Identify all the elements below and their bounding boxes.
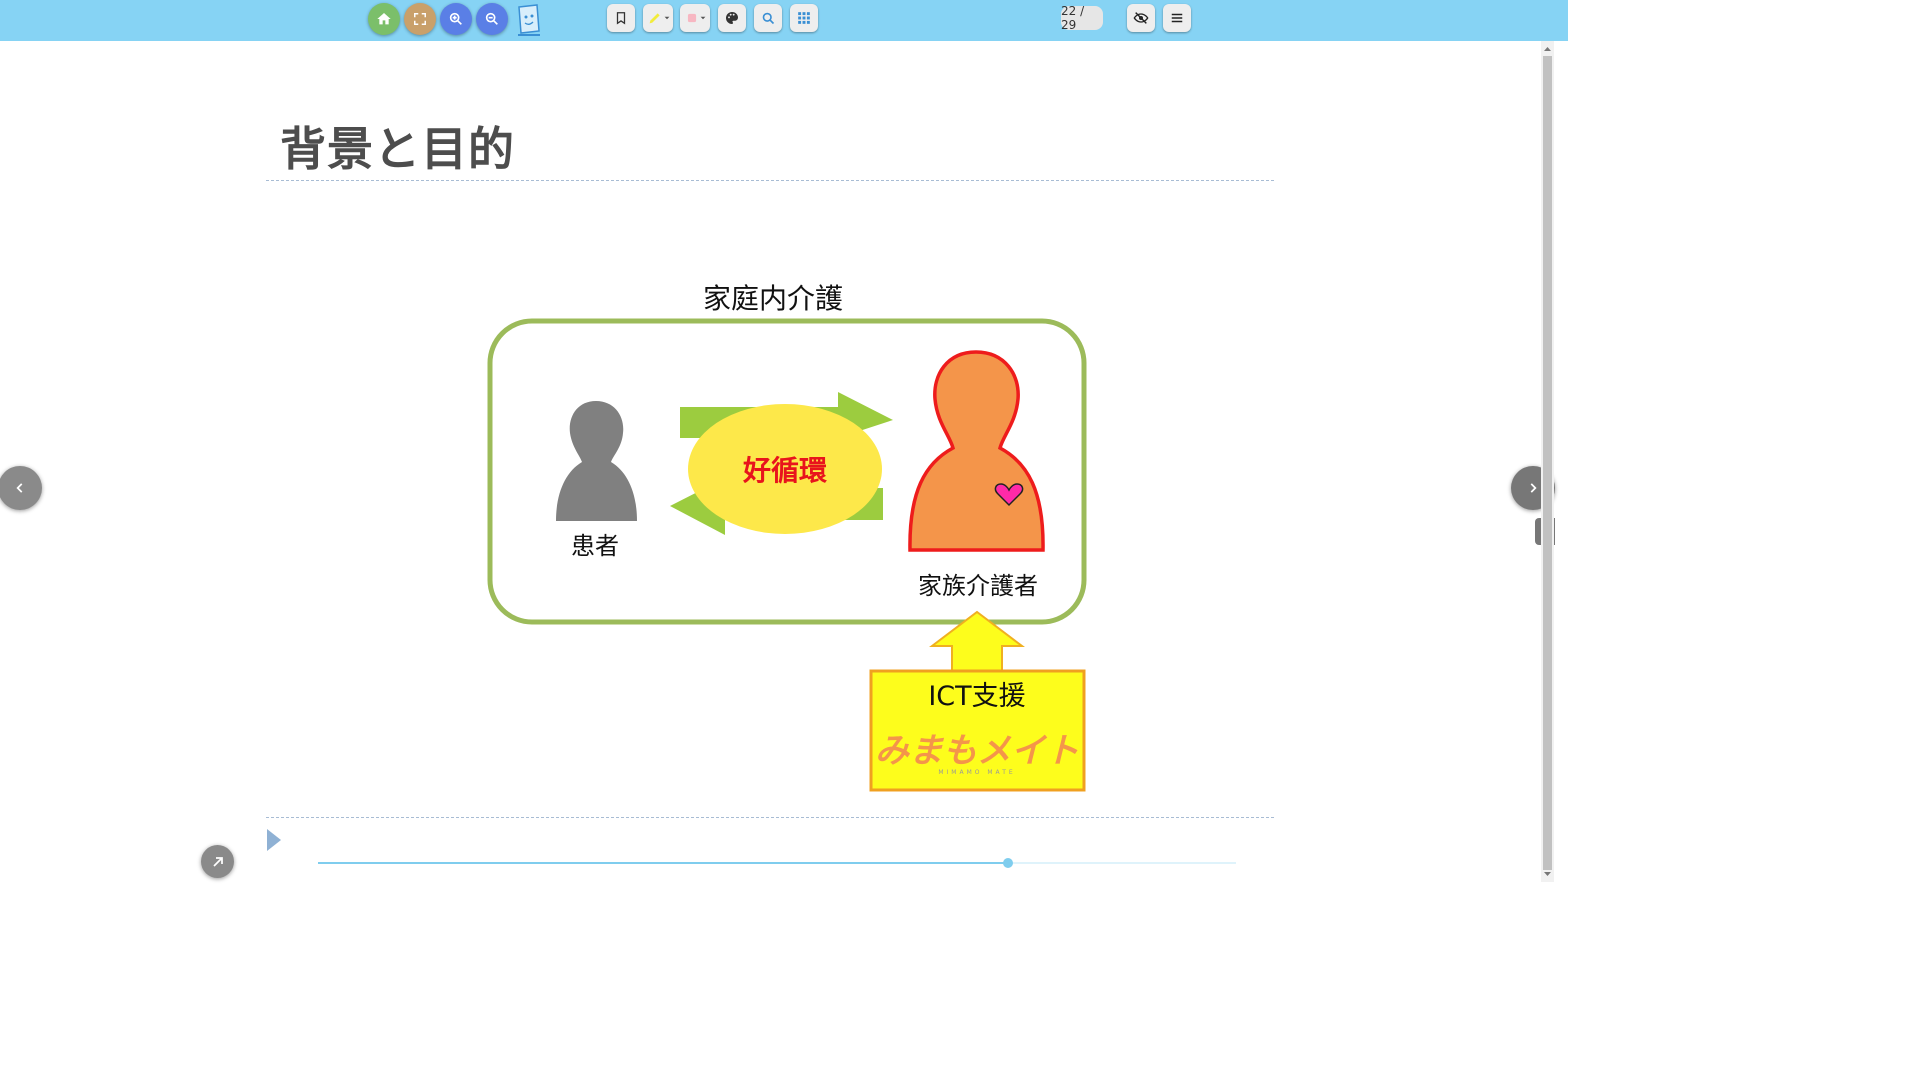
patient-label: 患者 [571, 532, 619, 560]
vertical-scrollbar[interactable] [1541, 41, 1554, 882]
progress-fill [318, 862, 1009, 864]
cycle-label: 好循環 [742, 454, 828, 487]
prev-page-button[interactable] [0, 466, 42, 510]
arrow-up-right-icon [212, 856, 223, 867]
page-progress-slider[interactable] [318, 858, 1236, 868]
chevron-right-icon [1530, 483, 1537, 493]
patient-figure [556, 401, 637, 521]
footer-divider [266, 817, 1274, 818]
caregiver-figure [908, 350, 1045, 552]
chevron-left-icon [16, 483, 23, 493]
play-icon[interactable] [267, 829, 281, 851]
support-label: ICT支援 [928, 681, 1025, 712]
share-button[interactable] [201, 845, 234, 878]
caregiver-label: 家族介護者 [918, 572, 1038, 600]
slide-diagram: 家庭内介護 患者 好循環 家族介護者 ICT支援 みまもメイト MIMAMO M… [267, 282, 1087, 851]
logo-subtext: MIMAMO MATE [938, 769, 1015, 776]
scroll-up-icon[interactable] [1541, 43, 1554, 55]
frame-label: 家庭内介護 [703, 282, 843, 315]
scroll-down-icon[interactable] [1541, 868, 1554, 880]
scrollbar-thumb[interactable] [1543, 56, 1552, 870]
logo-text: みまもメイト [875, 731, 1079, 771]
